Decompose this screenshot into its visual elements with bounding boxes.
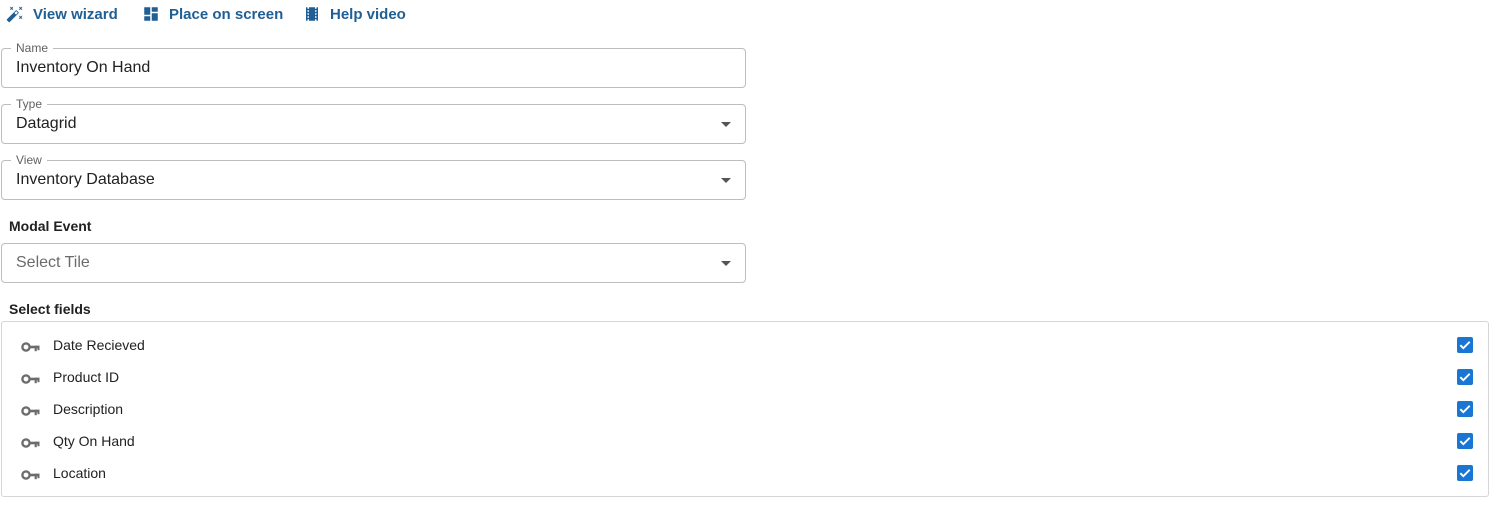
type-select-value: Datagrid [16,115,77,132]
modal-event-select[interactable]: Select Tile [1,243,746,283]
select-fields-label: Select fields [9,301,91,317]
key-icon [21,371,40,389]
dropdown-arrow-icon [721,122,731,127]
list-item: Qty On Hand [2,426,1488,458]
modal-event-placeholder: Select Tile [16,254,90,271]
place-on-screen-button[interactable]: Place on screen [142,0,283,28]
dashboard-icon [142,5,160,23]
select-fields-list: Date Recieved Product ID Description Qty… [1,321,1489,497]
field-checkbox[interactable] [1457,337,1473,353]
view-wizard-button[interactable]: View wizard [6,0,118,28]
help-video-label: Help video [330,5,406,23]
magic-wand-icon [6,5,24,23]
type-select-label: Type [11,97,48,111]
field-label: Description [53,401,124,417]
name-field-label: Name [11,41,54,55]
name-field-value: Inventory On Hand [16,59,151,76]
help-video-button[interactable]: Help video [303,0,406,28]
list-item: Date Recieved [2,330,1488,362]
key-icon [21,467,40,485]
dropdown-arrow-icon [721,178,731,183]
field-checkbox[interactable] [1457,369,1473,385]
view-select-value: Inventory Database [16,171,155,188]
field-label: Location [53,465,106,481]
list-item: Location [2,458,1488,490]
field-checkbox[interactable] [1457,465,1473,481]
dropdown-arrow-icon [721,261,731,266]
field-label: Date Recieved [53,337,145,353]
key-icon [21,403,40,421]
list-item: Product ID [2,362,1488,394]
field-label: Qty On Hand [53,433,135,449]
list-item: Description [2,394,1488,426]
name-field[interactable]: Name Inventory On Hand [1,41,746,88]
type-select[interactable]: Type Datagrid [1,97,746,144]
modal-event-label: Modal Event [9,218,92,234]
key-icon [21,435,40,453]
view-wizard-label: View wizard [33,5,118,23]
film-icon [303,5,321,23]
key-icon [21,339,40,357]
field-label: Product ID [53,369,120,385]
field-checkbox[interactable] [1457,401,1473,417]
field-checkbox[interactable] [1457,433,1473,449]
view-select[interactable]: View Inventory Database [1,153,746,200]
place-on-screen-label: Place on screen [169,5,284,23]
view-select-label: View [11,153,47,167]
